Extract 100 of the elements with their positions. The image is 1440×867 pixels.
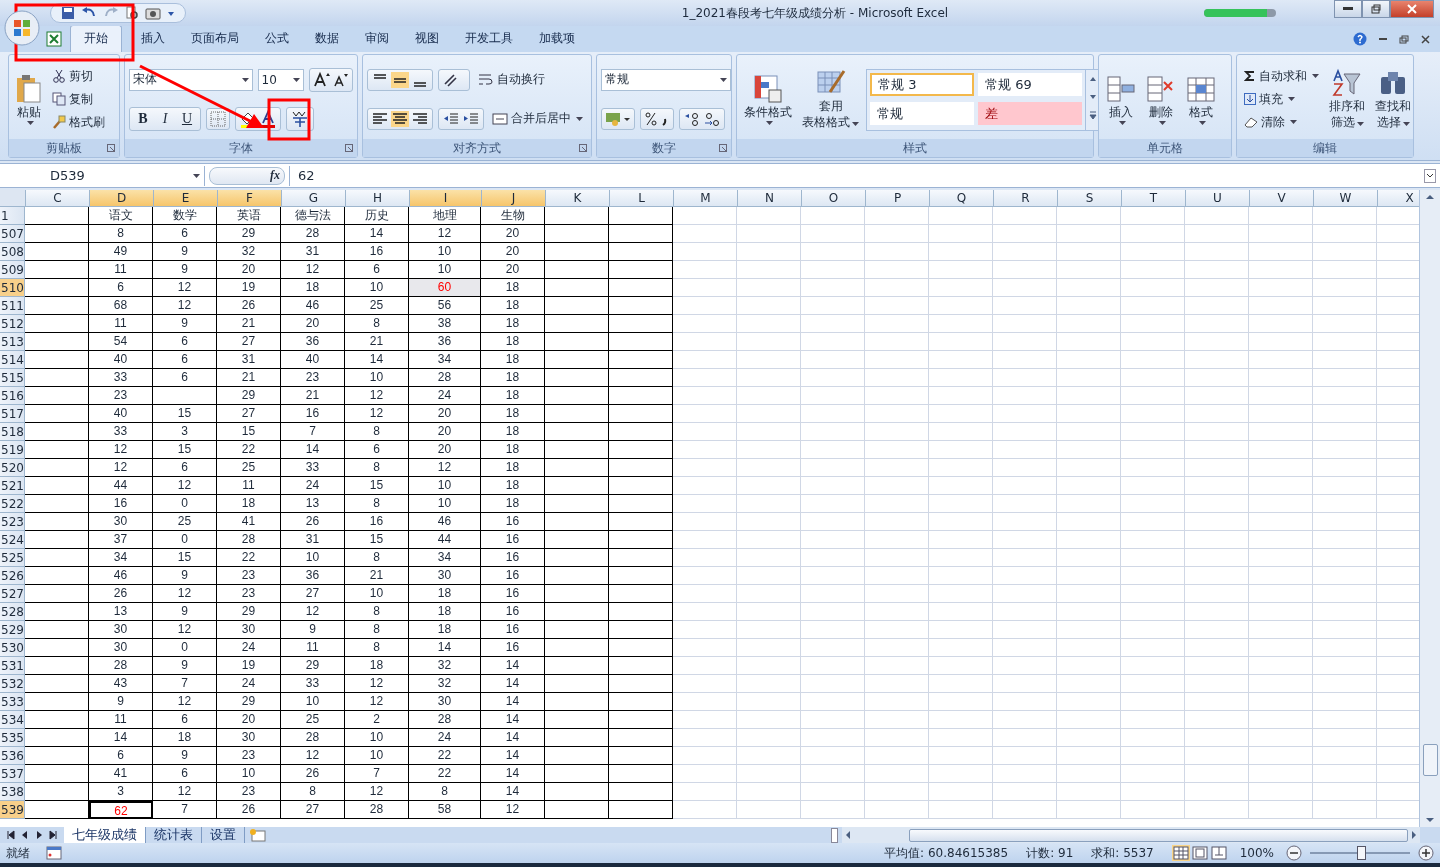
row-header[interactable]: 507 — [0, 225, 25, 243]
formula-input[interactable]: 62 — [289, 165, 1420, 186]
currency-icon[interactable] — [605, 110, 631, 127]
column-header[interactable]: Q — [930, 190, 994, 207]
row-header[interactable]: 537 — [0, 765, 25, 783]
merge-center-button[interactable]: 合并后居中 — [489, 108, 586, 129]
align-center-icon[interactable] — [391, 110, 409, 127]
column-header[interactable]: P — [866, 190, 930, 207]
column-header[interactable]: E — [154, 190, 218, 207]
sort-filter-button[interactable]: 排序和 筛选 — [1326, 66, 1368, 132]
column-header[interactable]: D — [90, 190, 154, 207]
row-header[interactable]: 515 — [0, 369, 25, 387]
column-header[interactable]: H — [346, 190, 410, 207]
column-header[interactable]: N — [738, 190, 802, 207]
dialog-launcher-icon[interactable] — [719, 144, 727, 152]
row-header[interactable]: 510 — [0, 279, 25, 297]
normal-view-icon[interactable] — [1171, 845, 1190, 861]
column-header[interactable]: J — [482, 190, 546, 207]
dialog-launcher-icon[interactable] — [107, 144, 115, 152]
column-header[interactable]: L — [610, 190, 674, 207]
print-preview-icon[interactable] — [125, 6, 139, 20]
scroll-thumb[interactable] — [1423, 744, 1438, 776]
ribbon-tab[interactable]: 数据 — [302, 26, 352, 52]
page-layout-view-icon[interactable] — [1190, 845, 1209, 861]
column-header[interactable]: W — [1314, 190, 1378, 207]
row-header[interactable]: 516 — [0, 387, 25, 405]
row-header[interactable]: 1 — [0, 207, 25, 225]
cell-style-option[interactable]: 差 — [978, 102, 1082, 125]
row-header[interactable]: 523 — [0, 513, 25, 531]
row-header[interactable]: 539 — [0, 801, 25, 819]
row-header[interactable]: 524 — [0, 531, 25, 549]
column-header[interactable]: F — [218, 190, 282, 207]
dialog-launcher-icon[interactable] — [579, 144, 587, 152]
ribbon-tab[interactable]: 加载项 — [526, 26, 588, 52]
scroll-thumb[interactable] — [909, 829, 1408, 842]
column-header[interactable]: O — [802, 190, 866, 207]
horizontal-scrollbar[interactable] — [842, 827, 1420, 843]
camera-icon[interactable] — [145, 6, 161, 20]
row-header[interactable]: 526 — [0, 567, 25, 585]
row-header[interactable]: 509 — [0, 261, 25, 279]
column-header[interactable]: X — [1378, 190, 1419, 207]
macro-record-icon[interactable] — [46, 846, 62, 860]
row-header[interactable]: 531 — [0, 657, 25, 675]
row-header[interactable]: 511 — [0, 297, 25, 315]
last-sheet-icon[interactable] — [48, 830, 58, 840]
column-header[interactable]: I — [410, 190, 482, 207]
row-header[interactable]: 512 — [0, 315, 25, 333]
row-header[interactable]: 532 — [0, 675, 25, 693]
row-header[interactable]: 527 — [0, 585, 25, 603]
bold-button[interactable]: B — [133, 109, 153, 128]
zoom-in-icon[interactable] — [1418, 845, 1434, 861]
column-header[interactable]: V — [1250, 190, 1314, 207]
grow-font-icon[interactable] — [313, 70, 331, 89]
align-right-icon[interactable] — [411, 110, 429, 127]
next-sheet-icon[interactable] — [34, 830, 44, 840]
increase-decimal-icon[interactable] — [683, 110, 701, 127]
row-header[interactable]: 522 — [0, 495, 25, 513]
conditional-formatting-button[interactable]: 条件格式 — [741, 71, 795, 127]
restore-button[interactable] — [1362, 0, 1390, 18]
expand-formula-icon[interactable] — [1424, 168, 1436, 183]
clear-button[interactable]: 清除 — [1241, 111, 1322, 133]
row-header[interactable]: 517 — [0, 405, 25, 423]
row-header[interactable]: 530 — [0, 639, 25, 657]
name-box[interactable]: D539 — [0, 165, 205, 186]
decrease-decimal-icon[interactable] — [703, 110, 721, 127]
format-as-table-button[interactable]: 套用 表格格式 — [799, 66, 862, 132]
row-header[interactable]: 528 — [0, 603, 25, 621]
ribbon-tab[interactable]: 视图 — [402, 26, 452, 52]
row-header[interactable]: 508 — [0, 243, 25, 261]
delete-cells-button[interactable]: 删除 — [1143, 71, 1179, 127]
help-icon[interactable] — [1353, 32, 1367, 46]
column-header[interactable]: U — [1186, 190, 1250, 207]
first-sheet-icon[interactable] — [6, 830, 16, 840]
find-select-button[interactable]: 查找和 选择 — [1372, 66, 1414, 132]
number-format-dropdown[interactable]: 常规 — [601, 68, 731, 91]
customize-caret-icon[interactable] — [167, 9, 175, 17]
row-header[interactable]: 538 — [0, 783, 25, 801]
column-header[interactable]: G — [282, 190, 346, 207]
align-left-icon[interactable] — [371, 110, 389, 127]
cell-style-option[interactable]: 常规 69 — [978, 73, 1082, 96]
zoom-level[interactable]: 100% — [1239, 846, 1274, 860]
font-color-icon[interactable] — [259, 109, 277, 128]
column-header[interactable]: S — [1058, 190, 1122, 207]
zoom-out-icon[interactable] — [1286, 845, 1302, 861]
dialog-launcher-icon[interactable] — [345, 144, 353, 152]
row-header[interactable]: 534 — [0, 711, 25, 729]
insert-cells-button[interactable]: 插入 — [1103, 71, 1139, 127]
row-header[interactable]: 529 — [0, 621, 25, 639]
zoom-slider-thumb[interactable] — [1357, 846, 1366, 860]
cut-button[interactable]: 剪切 — [49, 65, 108, 87]
paste-button[interactable]: 粘贴 — [13, 71, 45, 127]
vertical-scrollbar[interactable] — [1419, 190, 1440, 827]
column-header[interactable]: T — [1122, 190, 1186, 207]
cell-style-option[interactable]: 常规 — [870, 102, 974, 125]
minimize-button[interactable] — [1334, 0, 1362, 18]
phonetic-guide-icon[interactable] — [290, 109, 310, 128]
ribbon-tab[interactable]: 页面布局 — [178, 26, 252, 52]
previous-sheet-icon[interactable] — [20, 830, 30, 840]
percent-icon[interactable] — [644, 110, 658, 127]
ribbon-tab[interactable]: 公式 — [252, 26, 302, 52]
